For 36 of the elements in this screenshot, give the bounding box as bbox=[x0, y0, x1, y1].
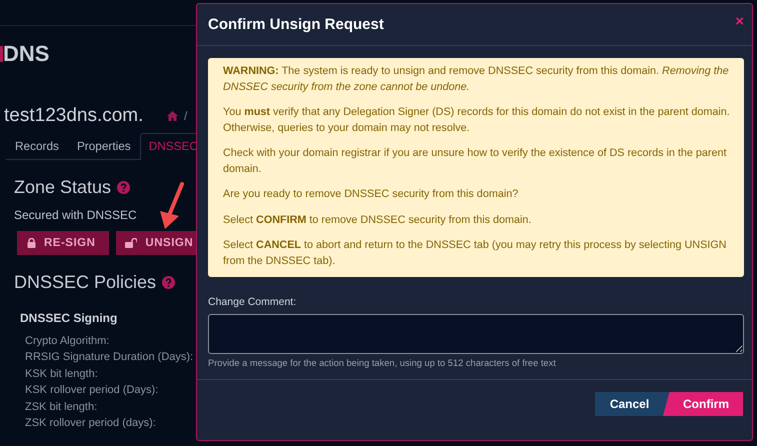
dialog-title: Confirm Unsign Request bbox=[208, 16, 384, 33]
field-label: ZSK bit length: bbox=[25, 400, 98, 415]
warning-text: Are you ready to remove DNSSEC security from this domain? bbox=[223, 187, 520, 202]
lock-icon bbox=[27, 238, 36, 248]
warning-text: WARNING: The system is ready to unsign and remove DNSSEC security from this domain. Removing the DNSSEC security from the zone cannot be undone. bbox=[223, 64, 730, 94]
confirm-button[interactable]: Confirm bbox=[663, 392, 743, 416]
field-label: KSK bit length: bbox=[25, 366, 99, 382]
tab[interactable]: Properties bbox=[68, 133, 140, 159]
unlock-icon bbox=[125, 238, 138, 248]
home-icon[interactable] bbox=[167, 111, 178, 121]
app-title: DNS bbox=[3, 41, 50, 67]
warning-text: Check with your domain registrar if you are unsure how to verify the existence of DS records in the parent domain. bbox=[223, 146, 728, 176]
subsection-heading: DNSSEC Signing bbox=[20, 311, 118, 325]
tab[interactable]: Records bbox=[6, 133, 68, 159]
resign-button[interactable]: RE-SIGN bbox=[17, 231, 110, 255]
domain-title: test123dns.com. bbox=[4, 105, 144, 127]
warning-text: Select CONFIRM to remove DNSSEC security from this domain. bbox=[223, 212, 532, 228]
close-button[interactable]: × bbox=[735, 13, 744, 30]
field-label: KSK rollover period (Days): bbox=[25, 383, 160, 398]
cancel-button[interactable]: Cancel bbox=[595, 392, 670, 416]
comment-field[interactable] bbox=[208, 314, 744, 354]
warning-text: You must verify that any Delegation Signer (DS) records for this domain do not exist in the parent domain. Otherwise, queries to your domain may not resolve. bbox=[223, 105, 730, 136]
tab[interactable]: DNSSEC bbox=[140, 133, 198, 160]
field-label: RRSIG Signature Duration (Days): bbox=[25, 350, 194, 366]
section-heading: Zone Status bbox=[14, 177, 112, 198]
section-heading: DNSSEC Policies bbox=[14, 272, 156, 293]
field-label: ZSK rollover period (days): bbox=[25, 416, 157, 432]
annotation-arrow bbox=[157, 180, 187, 230]
status-text: Secured with DNSSEC bbox=[14, 208, 138, 222]
help-icon[interactable] bbox=[117, 181, 130, 194]
help-text: Provide a message for the action being taken, using up to 512 characters of free text bbox=[208, 358, 557, 368]
breadcrumb-separator: / bbox=[184, 109, 188, 123]
field-label: Change Comment: bbox=[208, 296, 298, 308]
help-icon[interactable] bbox=[162, 276, 176, 289]
field-label: Crypto Algorithm: bbox=[25, 334, 110, 349]
warning-text: Select CANCEL to abort and return to the DNSSEC tab (you may retry this process by selecting UNSIGN from the DNSSEC tab). bbox=[223, 238, 728, 268]
